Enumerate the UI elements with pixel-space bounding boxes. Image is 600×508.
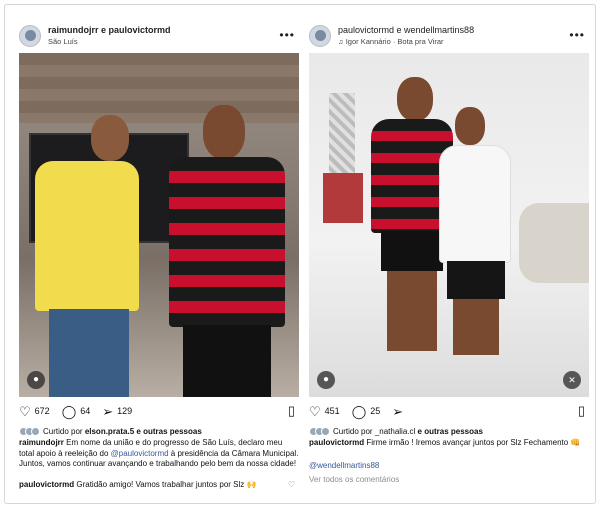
person-head	[91, 115, 129, 161]
caption-mention[interactable]: @wendellmartins88	[309, 461, 379, 470]
liked-prefix: Curtido por	[333, 426, 373, 436]
person-head	[203, 105, 245, 159]
avatar	[31, 426, 40, 436]
user-tag-icon[interactable]: ●	[317, 371, 335, 389]
post-photo[interactable]: ●	[19, 53, 299, 397]
post-caption: raimundojrr Em nome da união e do progre…	[19, 438, 299, 470]
person-head	[455, 107, 485, 145]
person-white-shirt	[439, 145, 511, 263]
avatar[interactable]	[19, 25, 41, 47]
comment-icon[interactable]: ◯	[62, 405, 77, 418]
person-shorts	[381, 231, 443, 271]
liked-by: Curtido por _nathalia.cl e outras pessoa…	[309, 425, 589, 437]
liked-prefix: Curtido por	[43, 426, 83, 436]
person-legs	[453, 299, 499, 355]
screenshot-frame: raimundojrr e paulovictormd São Luís •••…	[4, 4, 596, 504]
like-count: 672	[34, 406, 50, 416]
caption-text: Firme irmão ! Iremos avançar juntos por …	[366, 438, 581, 447]
post-header: raimundojrr e paulovictormd São Luís •••	[19, 19, 299, 53]
heart-icon[interactable]: ♡	[288, 480, 295, 491]
post-usernames[interactable]: raimundojrr e paulovictormd	[48, 25, 171, 36]
comment-user[interactable]: paulovictormd	[19, 480, 74, 489]
bookmark-icon[interactable]: ▯	[578, 403, 585, 419]
person-shorts	[183, 325, 271, 397]
music-note-icon: ♫	[338, 37, 346, 46]
caption-user[interactable]: raimundojrr	[19, 438, 64, 447]
liked-suffix[interactable]: e outras pessoas	[418, 427, 483, 436]
liked-user[interactable]: _nathalia.cl	[375, 427, 415, 436]
post-right: paulovictormd e wendellmartins88 ♫ Igor …	[309, 19, 589, 486]
heart-icon[interactable]: ♡	[19, 405, 31, 418]
bookmark-icon[interactable]: ▯	[288, 403, 295, 419]
caption-mention[interactable]: @paulovictormd	[111, 449, 169, 458]
liked-suffix[interactable]: e outras pessoas	[136, 427, 201, 436]
comment-count: 64	[80, 406, 91, 416]
comment: paulovictormd Gratidão amigo! Vamos trab…	[19, 480, 299, 491]
liked-user[interactable]: elson.prata.5	[85, 427, 134, 436]
avatar	[321, 426, 330, 436]
mention-line: @wendellmartins88	[309, 461, 589, 472]
post-caption: paulovictormd Firme irmão ! Iremos avanç…	[309, 438, 589, 449]
post-left: raimundojrr e paulovictormd São Luís •••…	[19, 19, 299, 490]
action-bar: ♡ 672 ◯ 64 ➢ 129 ▯	[19, 397, 299, 425]
sofa	[519, 203, 589, 283]
wood-panel	[19, 53, 299, 123]
person-shorts	[447, 261, 505, 299]
avatar[interactable]	[309, 25, 331, 47]
more-options-icon[interactable]: •••	[569, 28, 585, 42]
person-jersey	[169, 157, 285, 327]
post-location[interactable]: São Luís	[48, 36, 171, 47]
action-bar: ♡ 451 ◯ 25 ➢ ▯	[309, 397, 589, 425]
person-jeans	[49, 309, 129, 397]
caption-user[interactable]: paulovictormd	[309, 438, 364, 447]
post-photo[interactable]: ● ✕	[309, 53, 589, 397]
post-header: paulovictormd e wendellmartins88 ♫ Igor …	[309, 19, 589, 53]
person-yellow-shirt	[35, 161, 139, 311]
heart-icon[interactable]: ♡	[309, 405, 321, 418]
more-options-icon[interactable]: •••	[279, 28, 295, 42]
red-stool	[323, 173, 363, 223]
person-legs	[387, 271, 437, 351]
post-audio[interactable]: ♫ Igor Kannário · Bota pra Virar	[338, 36, 474, 47]
user-tag-icon[interactable]: ●	[27, 371, 45, 389]
comment-icon[interactable]: ◯	[352, 405, 367, 418]
comment-text: Gratidão amigo! Vamos trabalhar juntos p…	[76, 479, 257, 489]
liked-by: Curtido por elson.prata.5 e outras pesso…	[19, 425, 299, 437]
comment-count: 25	[370, 406, 381, 416]
share-count: 129	[117, 406, 133, 416]
mute-icon[interactable]: ✕	[563, 371, 581, 389]
share-icon[interactable]: ➢	[102, 405, 113, 418]
post-usernames[interactable]: paulovictormd e wendellmartins88	[338, 25, 474, 36]
like-count: 451	[324, 406, 340, 416]
view-comments-link[interactable]: Ver todos os comentários	[309, 475, 589, 486]
share-icon[interactable]: ➢	[392, 405, 403, 418]
person-head	[397, 77, 433, 121]
audio-label[interactable]: Igor Kannário · Bota pra Virar	[346, 37, 444, 46]
